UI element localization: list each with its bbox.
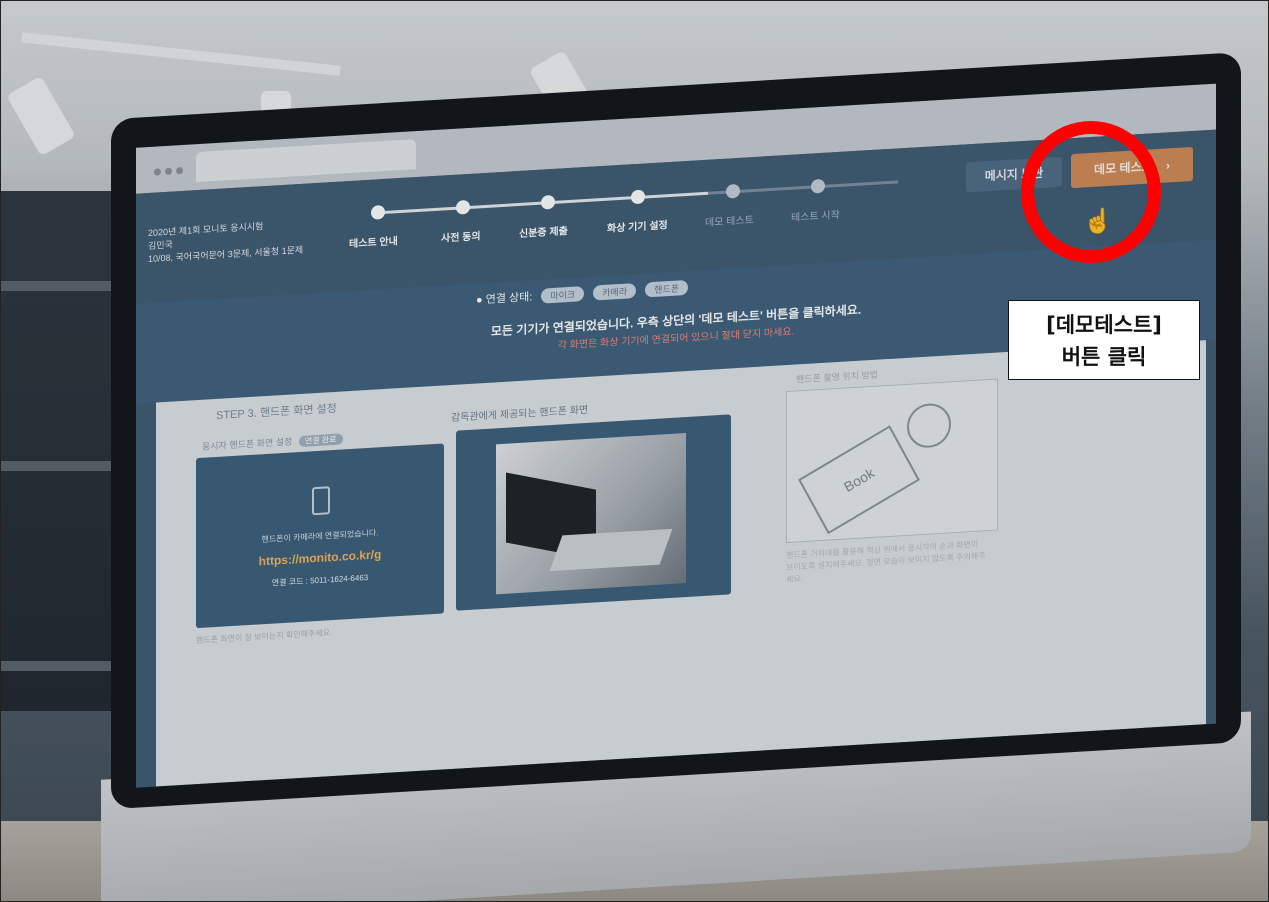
phone-preview-card: [456, 414, 731, 611]
step-label: 신분증 제출: [519, 226, 568, 240]
status-pill-phone: 핸드폰: [645, 279, 689, 298]
ceiling-lamp: [6, 75, 76, 157]
phone-placement-illustration: Book: [786, 378, 998, 544]
phone-connection-card: 핸드폰이 카메라에 연결되었습니다. https://monito.co.kr/…: [196, 443, 444, 629]
callout-line-2: 버튼 클릭: [1061, 345, 1147, 369]
viewer-label: 감독관에게 제공되는 핸드폰 화면: [451, 404, 589, 425]
step-dot: [371, 204, 385, 220]
step-label: 데모 테스트: [705, 215, 754, 229]
step-label: 테스트 안내: [349, 236, 398, 251]
footnote: 핸드폰 화면이 잘 보이는지 확인해주세요.: [196, 628, 333, 646]
phone-camera-preview: [496, 433, 686, 595]
step-label: 사전 동의: [441, 231, 481, 245]
status-badge: 연결 완료: [298, 433, 343, 448]
step-dot: [726, 183, 740, 199]
step-dot: [631, 189, 645, 205]
exam-info: 2020년 제1회 모니토 응시시험 김민국 10/08, 국어국어문어 3문제…: [148, 218, 303, 266]
step-label: 화상 기기 설정: [607, 220, 668, 235]
step-dot: [456, 199, 470, 215]
connection-label: 연결 상태:: [485, 291, 533, 306]
status-pill-camera: 카메라: [593, 283, 637, 301]
progress-steps: 테스트 안내 사전 동의 신분증 제출 화상 기기 설정 데모 테스트 테스트 …: [349, 167, 931, 260]
status-pill-mic: 마이크: [541, 286, 585, 304]
connection-status: ● 연결 상태: 마이크 카메라 핸드폰: [476, 279, 689, 308]
window-controls[interactable]: [154, 160, 194, 176]
step-label: 테스트 시작: [791, 209, 840, 224]
step-dot: [811, 178, 825, 194]
screenshot-frame: 2020년 제1회 모니토 응시시험 김민국 10/08, 국어국어문어 3문제…: [0, 0, 1269, 902]
connection-code: 연결 코드 : 5011-1624-6463: [271, 572, 369, 588]
guide-caption: 핸드폰 거치대를 활용해 책상 위에서 응시자의 손과 화면이 보이도록 설치해…: [786, 539, 986, 585]
phone-section-text: 응시자 핸드폰 화면 설정: [202, 436, 293, 452]
status-dot-icon: ●: [476, 294, 483, 307]
callout-line-1: [데모테스트]: [1046, 313, 1162, 337]
guide-label: 핸드폰 촬영 위치 방법: [796, 369, 879, 385]
step-title: STEP 3. 핸드폰 화면 설정: [216, 402, 337, 422]
main-content: STEP 3. 핸드폰 화면 설정 응시자 핸드폰 화면 설정 연결 완료 감독…: [156, 340, 1206, 787]
instruction-callout: [데모테스트] 버튼 클릭: [1008, 300, 1200, 380]
phone-section-label: 응시자 핸드폰 화면 설정 연결 완료: [202, 431, 343, 452]
smartphone-icon: [312, 486, 330, 516]
chevron-right-icon: ›: [1165, 158, 1170, 173]
book-illustration: Book: [798, 425, 920, 535]
highlight-circle: [1021, 121, 1161, 263]
step-dot: [541, 194, 555, 210]
person-illustration: [907, 402, 951, 449]
connection-url[interactable]: https://monito.co.kr/g: [196, 543, 444, 572]
browser-tab[interactable]: [196, 139, 416, 183]
